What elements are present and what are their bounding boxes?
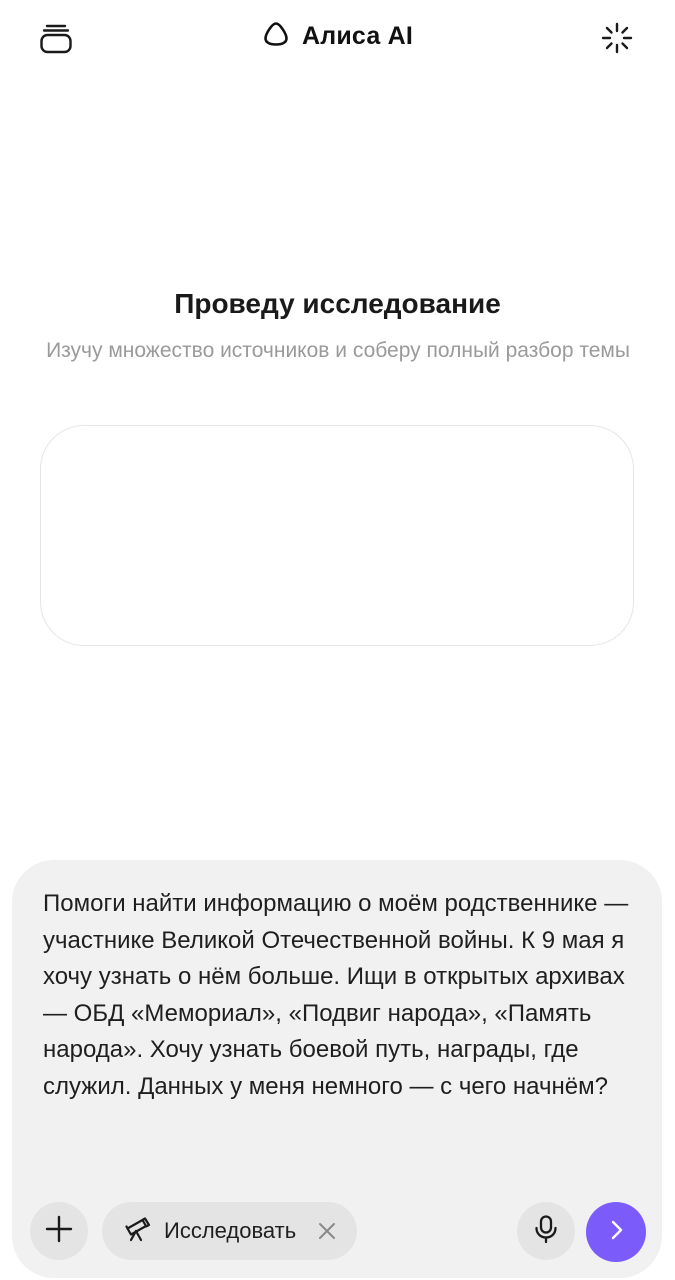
add-attachment-button[interactable] — [30, 1202, 88, 1260]
hero-title: Проведу исследование — [174, 288, 501, 319]
close-icon[interactable] — [315, 1219, 339, 1243]
empty-preview-card — [40, 425, 634, 646]
sparkle-icon[interactable] — [591, 12, 643, 64]
app-title: Алиса AI — [302, 21, 413, 50]
voice-input-button[interactable] — [517, 1202, 575, 1260]
plus-icon — [44, 1214, 74, 1249]
send-button[interactable] — [586, 1202, 646, 1262]
app-header: Алиса AI — [0, 0, 675, 76]
message-composer: Помоги найти информацию о моём родственн… — [12, 860, 662, 1278]
message-input[interactable]: Помоги найти информацию о моём родственн… — [43, 886, 643, 1105]
research-mode-chip[interactable]: Исследовать — [102, 1202, 357, 1260]
alice-logo-icon — [262, 20, 290, 53]
telescope-icon — [124, 1215, 152, 1248]
hero-subtitle: Изучу множество источников и соберу полн… — [46, 339, 630, 362]
brand: Алиса AI — [0, 14, 675, 58]
chevron-right-icon — [604, 1218, 628, 1247]
microphone-icon — [532, 1214, 560, 1249]
research-mode-label: Исследовать — [164, 1218, 297, 1243]
